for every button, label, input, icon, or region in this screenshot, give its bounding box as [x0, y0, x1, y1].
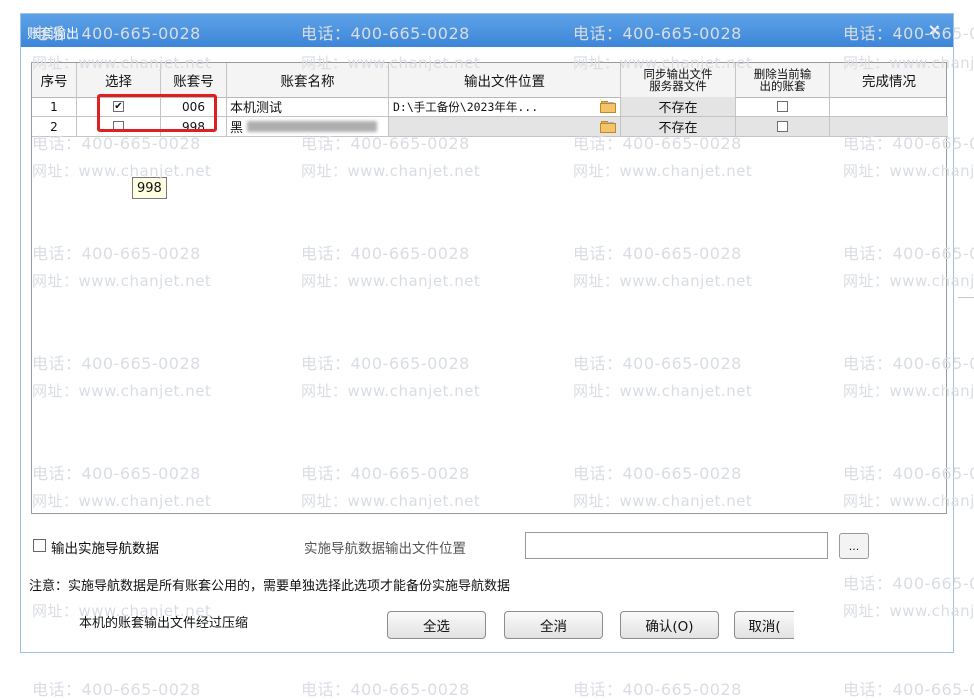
col-header-sync[interactable]: 同步输出文件 服务器文件	[621, 63, 736, 97]
impl-nav-label[interactable]: 输出实施导航数据	[51, 537, 159, 557]
col-header-seq[interactable]: 序号	[32, 63, 77, 97]
cancel-button[interactable]: 取消(	[734, 611, 794, 639]
highlight-box	[97, 94, 217, 132]
col-header-code[interactable]: 账套号	[161, 63, 227, 97]
row-name-cell: 黑	[227, 117, 389, 137]
note-text: 注意：实施导航数据是所有账套公用的，需要单独选择此选项才能备份实施导航数据	[29, 579, 511, 594]
grid-header: 序号 选择 账套号 账套名称 输出文件位置 同步输出文件 服务器文件 删除当前输…	[32, 63, 946, 98]
col-header-delete-line2: 出的账套	[759, 79, 806, 93]
folder-icon[interactable]	[600, 120, 616, 133]
col-header-select[interactable]: 选择	[77, 63, 161, 97]
redacted-name	[247, 121, 378, 132]
watermark-phone: 电话：400-665-0028	[301, 680, 470, 699]
impl-nav-path-label: 实施导航数据输出文件位置	[304, 541, 466, 557]
col-header-sync-line2: 服务器文件	[649, 79, 707, 93]
code-tooltip: 998	[132, 177, 167, 199]
col-header-name[interactable]: 账套名称	[227, 63, 389, 97]
col-header-path[interactable]: 输出文件位置	[389, 63, 621, 97]
impl-nav-path-input[interactable]	[525, 532, 828, 559]
col-header-delete[interactable]: 删除当前输 出的账套	[736, 63, 830, 97]
row-path-cell[interactable]	[389, 117, 621, 137]
confirm-button[interactable]: 确认(O)	[620, 611, 719, 639]
row-delete-checkbox[interactable]	[777, 121, 788, 132]
dialog-title: 账套输出	[27, 27, 80, 42]
compress-text: 本机的账套输出文件经过压缩	[79, 616, 249, 631]
impl-nav-checkbox[interactable]	[33, 539, 46, 552]
row-name: 本机测试	[227, 97, 389, 117]
folder-icon[interactable]	[600, 100, 616, 113]
col-header-status[interactable]: 完成情况	[830, 63, 948, 97]
browse-button[interactable]: ...	[839, 533, 869, 559]
row-status	[830, 117, 948, 137]
row-path: D:\手工备份\2023年年...	[393, 99, 539, 114]
close-icon[interactable]: ×	[928, 22, 941, 38]
row-name: 黑	[230, 121, 244, 136]
divider	[958, 297, 974, 298]
deselect-all-button[interactable]: 全消	[504, 611, 603, 639]
row-path-cell[interactable]: D:\手工备份\2023年年...	[389, 97, 621, 117]
row-seq: 2	[32, 117, 77, 137]
row-delete-cell	[736, 117, 830, 137]
row-delete-cell	[736, 97, 830, 117]
title-bar[interactable]: 账套输出 ×	[21, 14, 953, 47]
row-seq: 1	[32, 97, 77, 117]
watermark-phone: 电话：400-665-0028	[573, 680, 742, 699]
watermark-phone: 电话：400-665-0028	[843, 680, 974, 699]
row-status	[830, 97, 948, 117]
row-server-file: 不存在	[621, 97, 736, 117]
row-server-file: 不存在	[621, 117, 736, 137]
select-all-button[interactable]: 全选	[387, 611, 486, 639]
watermark-phone: 电话：400-665-0028	[32, 680, 201, 699]
row-delete-checkbox[interactable]	[777, 101, 788, 112]
